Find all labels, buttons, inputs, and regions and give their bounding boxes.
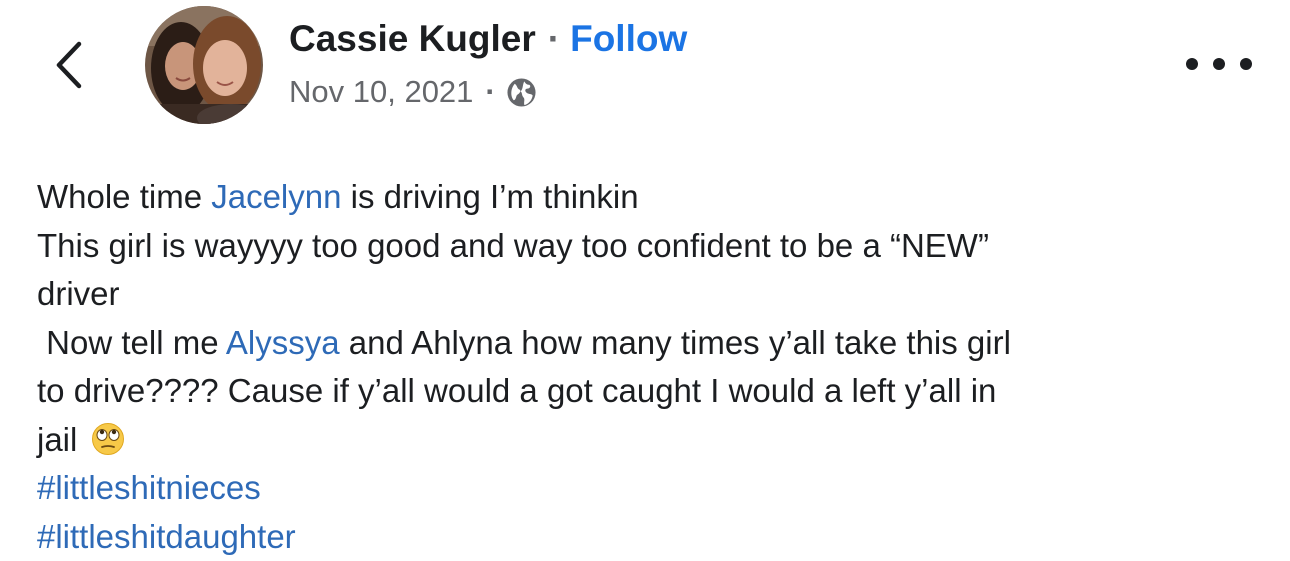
post-line: jail — [37, 416, 1257, 465]
mention-link[interactable]: Jacelynn — [211, 178, 341, 215]
author-name[interactable]: Cassie Kugler — [289, 18, 536, 59]
text-span: is driving I’m thinkin — [341, 178, 639, 215]
more-dot — [1186, 58, 1198, 70]
eye-roll-emoji-icon — [91, 422, 124, 455]
hashtag-link[interactable]: #littleshitdaughter — [37, 513, 1257, 561]
follow-button[interactable]: Follow — [570, 18, 687, 59]
text-span: Whole time — [37, 178, 212, 215]
post-card: Cassie Kugler · Follow Nov 10, 2021 · Whol… — [0, 0, 1290, 561]
post-line: This girl is wayyyy too good and way too… — [37, 226, 989, 264]
post-body: Whole time Jacelynn is driving I’m think… — [37, 173, 1257, 561]
mention-link[interactable]: Alyssya — [226, 324, 340, 361]
post-line: driver — [37, 275, 120, 312]
text-span: Now tell me — [37, 323, 226, 361]
post-date[interactable]: Nov 10, 2021 — [289, 71, 473, 113]
post-line: Now tell me Alyssya and Ahlyna how many … — [37, 319, 1257, 368]
text-span: and Ahlyna how many times y’all take thi… — [339, 323, 1011, 361]
more-dot — [1240, 58, 1252, 70]
avatar-photo — [145, 6, 263, 124]
post-meta: Nov 10, 2021 · — [289, 71, 537, 113]
more-options-button[interactable] — [1186, 48, 1252, 80]
post-line: to drive???? Cause if y’all would a got … — [37, 372, 997, 409]
chevron-left-icon — [56, 41, 82, 89]
name-separator: · — [547, 18, 561, 59]
globe-icon — [507, 77, 536, 107]
back-button[interactable] — [44, 32, 94, 98]
more-dot — [1213, 58, 1225, 70]
hashtag-link[interactable]: #littleshitnieces — [37, 464, 1257, 513]
author-line: Cassie Kugler · Follow — [289, 16, 687, 62]
post-line: Whole time Jacelynn is driving I’m think… — [37, 173, 1257, 222]
text-span: jail — [37, 420, 78, 458]
author-avatar[interactable] — [145, 6, 263, 124]
meta-separator: · — [485, 74, 496, 109]
